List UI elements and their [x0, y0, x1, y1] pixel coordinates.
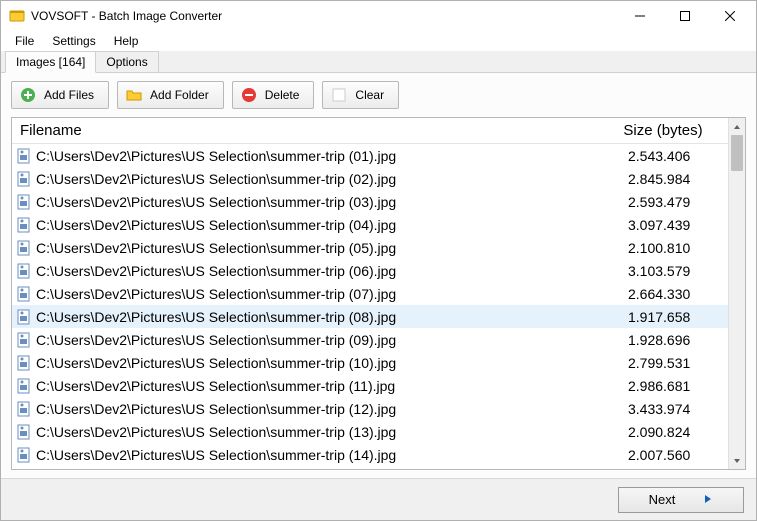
- add-files-button[interactable]: Add Files: [11, 81, 109, 109]
- minus-icon: [241, 87, 257, 103]
- table-row[interactable]: C:\Users\Dev2\Pictures\US Selection\summ…: [12, 213, 728, 236]
- window-title: VOVSOFT - Batch Image Converter: [31, 9, 222, 23]
- arrow-right-icon: [703, 492, 713, 507]
- cell-size: 1.917.658: [598, 309, 724, 325]
- button-label: Next: [649, 492, 676, 507]
- footer: Next: [1, 478, 756, 520]
- cell-filename: C:\Users\Dev2\Pictures\US Selection\summ…: [36, 332, 598, 348]
- image-file-icon: [16, 240, 32, 256]
- list-header: Filename Size (bytes): [12, 118, 728, 144]
- cell-filename: C:\Users\Dev2\Pictures\US Selection\summ…: [36, 309, 598, 325]
- image-file-icon: [16, 332, 32, 348]
- column-size[interactable]: Size (bytes): [598, 118, 728, 143]
- image-file-icon: [16, 424, 32, 440]
- image-file-icon: [16, 286, 32, 302]
- menu-settings[interactable]: Settings: [44, 32, 103, 50]
- cell-size: 2.986.681: [598, 378, 724, 394]
- table-row[interactable]: C:\Users\Dev2\Pictures\US Selection\summ…: [12, 236, 728, 259]
- button-label: Clear: [355, 88, 384, 102]
- image-file-icon: [16, 217, 32, 233]
- cell-filename: C:\Users\Dev2\Pictures\US Selection\summ…: [36, 355, 598, 371]
- cell-filename: C:\Users\Dev2\Pictures\US Selection\summ…: [36, 424, 598, 440]
- cell-filename: C:\Users\Dev2\Pictures\US Selection\summ…: [36, 171, 598, 187]
- image-file-icon: [16, 263, 32, 279]
- cell-size: 2.799.531: [598, 355, 724, 371]
- image-file-icon: [16, 447, 32, 463]
- cell-size: 2.845.984: [598, 171, 724, 187]
- cell-size: 3.433.974: [598, 401, 724, 417]
- vertical-scrollbar[interactable]: [728, 118, 745, 469]
- toolbar: Add Files Add Folder Delete Clear: [1, 73, 756, 117]
- menu-file[interactable]: File: [7, 32, 42, 50]
- scroll-down-arrow[interactable]: [729, 452, 745, 469]
- scroll-up-arrow[interactable]: [729, 118, 745, 135]
- image-file-icon: [16, 309, 32, 325]
- cell-size: 2.593.479: [598, 194, 724, 210]
- table-row[interactable]: C:\Users\Dev2\Pictures\US Selection\summ…: [12, 443, 728, 466]
- blank-icon: [331, 87, 347, 103]
- cell-filename: C:\Users\Dev2\Pictures\US Selection\summ…: [36, 148, 598, 164]
- table-row[interactable]: C:\Users\Dev2\Pictures\US Selection\summ…: [12, 282, 728, 305]
- tabstrip: Images [164] Options: [1, 51, 756, 73]
- cell-size: 2.007.560: [598, 447, 724, 463]
- close-button[interactable]: [707, 1, 752, 31]
- cell-filename: C:\Users\Dev2\Pictures\US Selection\summ…: [36, 447, 598, 463]
- table-row[interactable]: C:\Users\Dev2\Pictures\US Selection\summ…: [12, 259, 728, 282]
- table-row[interactable]: C:\Users\Dev2\Pictures\US Selection\summ…: [12, 351, 728, 374]
- app-window: VOVSOFT - Batch Image Converter File Set…: [0, 0, 757, 521]
- image-file-icon: [16, 378, 32, 394]
- titlebar: VOVSOFT - Batch Image Converter: [1, 1, 756, 31]
- button-label: Delete: [265, 88, 300, 102]
- cell-size: 2.090.824: [598, 424, 724, 440]
- cell-size: 3.097.439: [598, 217, 724, 233]
- cell-filename: C:\Users\Dev2\Pictures\US Selection\summ…: [36, 194, 598, 210]
- cell-size: 2.664.330: [598, 286, 724, 302]
- list-body: C:\Users\Dev2\Pictures\US Selection\summ…: [12, 144, 728, 469]
- image-file-icon: [16, 194, 32, 210]
- cell-size: 1.928.696: [598, 332, 724, 348]
- cell-size: 3.103.579: [598, 263, 724, 279]
- cell-size: 2.100.810: [598, 240, 724, 256]
- plus-icon: [20, 87, 36, 103]
- delete-button[interactable]: Delete: [232, 81, 315, 109]
- cell-filename: C:\Users\Dev2\Pictures\US Selection\summ…: [36, 263, 598, 279]
- tab-images[interactable]: Images [164]: [5, 51, 96, 73]
- clear-button[interactable]: Clear: [322, 81, 399, 109]
- next-button[interactable]: Next: [618, 487, 744, 513]
- table-row[interactable]: C:\Users\Dev2\Pictures\US Selection\summ…: [12, 190, 728, 213]
- table-row[interactable]: C:\Users\Dev2\Pictures\US Selection\summ…: [12, 144, 728, 167]
- cell-filename: C:\Users\Dev2\Pictures\US Selection\summ…: [36, 378, 598, 394]
- menu-help[interactable]: Help: [106, 32, 147, 50]
- button-label: Add Files: [44, 88, 94, 102]
- column-filename[interactable]: Filename: [12, 118, 598, 143]
- table-row[interactable]: C:\Users\Dev2\Pictures\US Selection\summ…: [12, 374, 728, 397]
- image-file-icon: [16, 148, 32, 164]
- table-row[interactable]: C:\Users\Dev2\Pictures\US Selection\summ…: [12, 328, 728, 351]
- menubar: File Settings Help: [1, 31, 756, 51]
- cell-filename: C:\Users\Dev2\Pictures\US Selection\summ…: [36, 217, 598, 233]
- table-row[interactable]: C:\Users\Dev2\Pictures\US Selection\summ…: [12, 397, 728, 420]
- cell-filename: C:\Users\Dev2\Pictures\US Selection\summ…: [36, 240, 598, 256]
- scroll-thumb[interactable]: [731, 135, 743, 171]
- image-file-icon: [16, 355, 32, 371]
- table-row[interactable]: C:\Users\Dev2\Pictures\US Selection\summ…: [12, 167, 728, 190]
- app-icon: [9, 8, 25, 24]
- image-file-icon: [16, 171, 32, 187]
- scroll-track[interactable]: [729, 135, 745, 452]
- folder-icon: [126, 87, 142, 103]
- cell-filename: C:\Users\Dev2\Pictures\US Selection\summ…: [36, 401, 598, 417]
- table-row[interactable]: C:\Users\Dev2\Pictures\US Selection\summ…: [12, 305, 728, 328]
- minimize-button[interactable]: [617, 1, 662, 31]
- tab-options[interactable]: Options: [95, 51, 158, 72]
- cell-filename: C:\Users\Dev2\Pictures\US Selection\summ…: [36, 286, 598, 302]
- button-label: Add Folder: [150, 88, 209, 102]
- file-list: Filename Size (bytes) C:\Users\Dev2\Pict…: [11, 117, 746, 470]
- image-file-icon: [16, 401, 32, 417]
- content-area: Filename Size (bytes) C:\Users\Dev2\Pict…: [1, 117, 756, 478]
- cell-size: 2.543.406: [598, 148, 724, 164]
- maximize-button[interactable]: [662, 1, 707, 31]
- table-row[interactable]: C:\Users\Dev2\Pictures\US Selection\summ…: [12, 420, 728, 443]
- add-folder-button[interactable]: Add Folder: [117, 81, 224, 109]
